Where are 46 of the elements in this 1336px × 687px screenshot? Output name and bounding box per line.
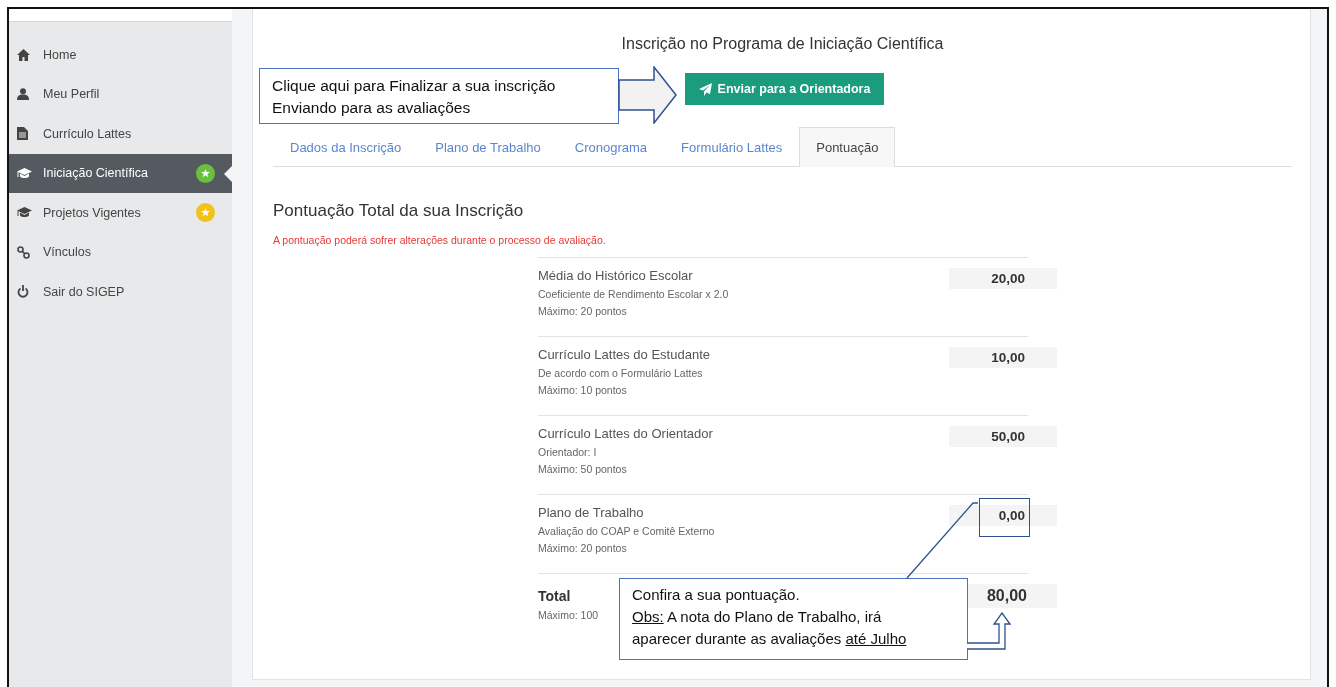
score-label: Média do Histórico Escolar xyxy=(538,268,694,283)
score-label: Plano de Trabalho xyxy=(538,505,645,520)
user-icon xyxy=(17,88,29,101)
warning-text: A pontuação poderá sofrer alterações durante o processo de avaliação. xyxy=(273,234,607,246)
total-label: Total xyxy=(538,588,572,604)
sidebar-item[interactable]: Vínculos xyxy=(9,232,232,272)
sidebar-item[interactable]: Sair do SIGEP xyxy=(9,272,232,312)
score-maximum: Máximo: 10 pontos xyxy=(538,384,628,396)
paper-plane-icon xyxy=(698,82,712,96)
graduation-cap-icon xyxy=(17,207,32,219)
section-heading: Pontuação Total da sua Inscrição xyxy=(273,201,525,221)
callout-note: Clique aqui para Finalizar a sua inscrição Enviando para as avaliações xyxy=(259,68,619,124)
score-description: Coeficiente de Rendimento Escolar x 2.0 xyxy=(538,288,729,300)
page-title: Inscrição no Programa de Iniciação Científica xyxy=(620,35,945,53)
score-value: 50,00 xyxy=(949,426,1057,447)
score-label: Currículo Lattes do Orientador xyxy=(538,426,713,441)
sidebar-item[interactable]: Iniciação Científica xyxy=(9,153,232,193)
link-icon xyxy=(17,245,30,259)
tab[interactable]: Cronograma xyxy=(557,127,665,167)
total-maximum: Máximo: 100 xyxy=(538,609,599,621)
tab[interactable]: Dados da Inscrição xyxy=(273,127,419,167)
home-icon xyxy=(17,48,30,61)
score-label: Currículo Lattes do Estudante xyxy=(538,347,710,362)
tab[interactable]: Formulário Lattes xyxy=(664,127,800,167)
sidebar-item[interactable]: Currículo Lattes xyxy=(9,114,232,154)
file-icon xyxy=(17,127,28,141)
graduation-cap-icon xyxy=(17,167,32,179)
score-maximum: Máximo: 50 pontos xyxy=(538,463,628,475)
score-description: Avaliação do COAP e Comitê Externo xyxy=(538,525,715,537)
score-value: 10,00 xyxy=(949,347,1057,368)
sidebar-item[interactable]: Home xyxy=(9,35,232,75)
power-icon xyxy=(17,285,29,299)
up-arrow xyxy=(967,612,1011,650)
score-value: 0,00 xyxy=(949,505,1057,526)
score-description: De acordo com o Formulário Lattes xyxy=(538,367,704,379)
sidebar-item[interactable]: Projetos Vigentes xyxy=(9,193,232,233)
highlight-frame xyxy=(979,498,1030,537)
tab[interactable]: Plano de Trabalho xyxy=(418,127,558,167)
score-maximum: Máximo: 20 pontos xyxy=(538,542,628,554)
sidebar-item[interactable]: Meu Perfil xyxy=(9,74,232,114)
score-value: 20,00 xyxy=(949,268,1057,289)
callout-note: Confira a sua pontuação. Obs: A nota do Plano de Trabalho, irá aparecer durante as avaliações até Julho xyxy=(619,578,968,660)
score-maximum: Máximo: 20 pontos xyxy=(538,305,628,317)
right-arrow xyxy=(618,66,678,124)
score-description: Orientador: I xyxy=(538,446,598,458)
tab[interactable]: Pontuação xyxy=(799,127,896,167)
